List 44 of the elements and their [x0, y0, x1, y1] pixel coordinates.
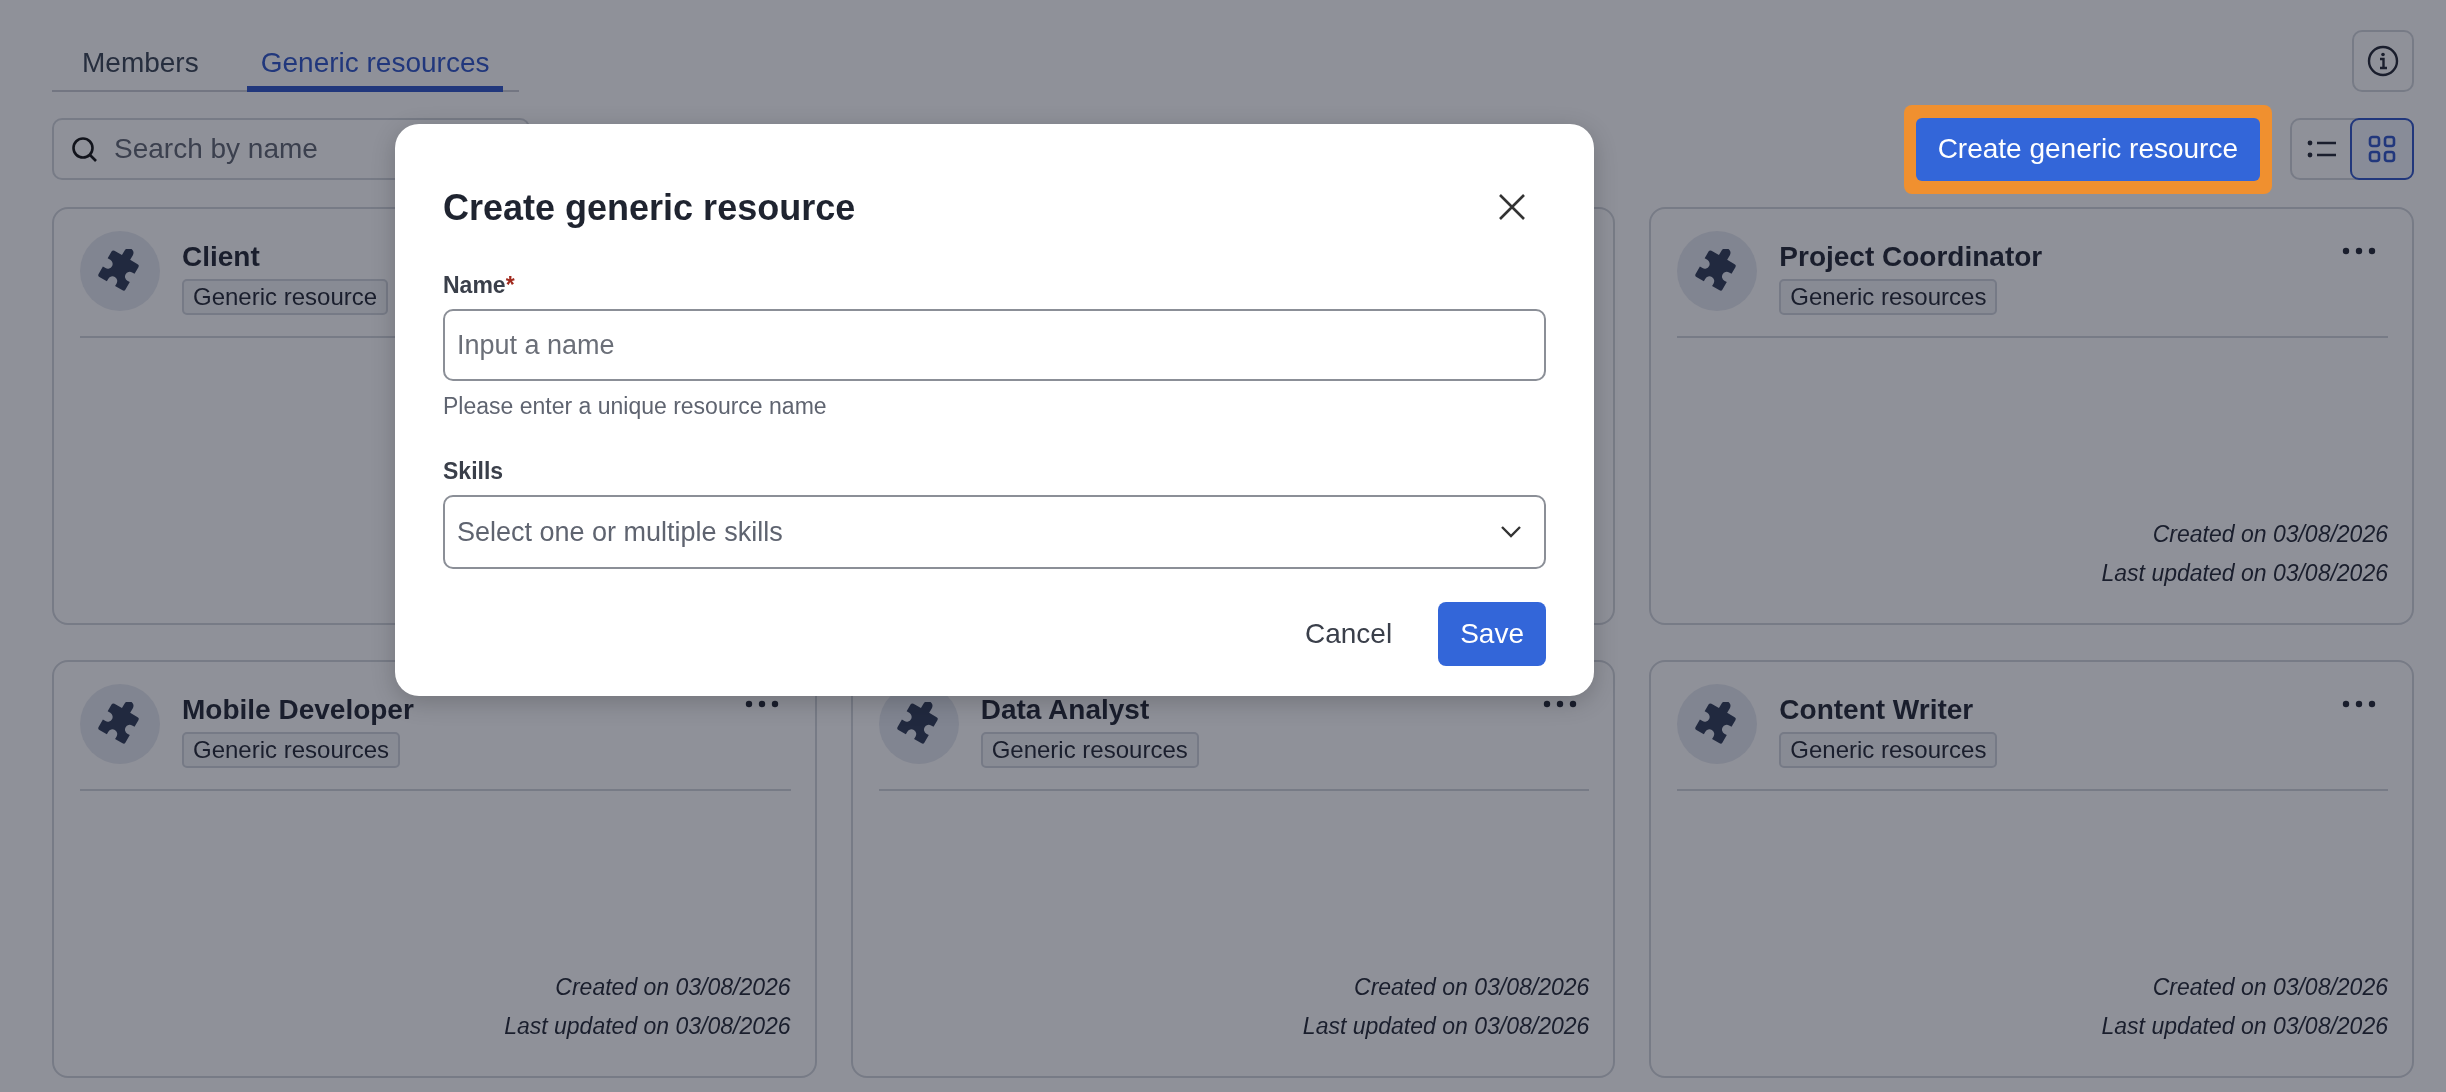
- field-label: Name*: [443, 272, 516, 299]
- tab[interactable]: Generic resources: [246, 30, 504, 92]
- chevron-down-icon: [1500, 525, 1522, 539]
- info-icon: [2366, 44, 2400, 78]
- created-date: Created on 03/08/2026: [2152, 974, 2388, 1001]
- more-icon: [2342, 700, 2376, 708]
- helper-text: Please enter a unique resource name: [443, 393, 828, 420]
- tag: Generic resource: [182, 279, 389, 315]
- tag: Generic resources: [182, 732, 401, 768]
- more-icon: [2342, 247, 2376, 255]
- updated-date: Last updated on 03/08/2026: [1302, 1013, 1590, 1040]
- card-title: Data Analyst: [980, 694, 1150, 726]
- card-title: Project Coordinator: [1779, 241, 2043, 273]
- search-icon: [70, 135, 98, 163]
- search-field[interactable]: Search by name: [52, 118, 530, 180]
- puzzle-icon: [98, 249, 142, 293]
- tab[interactable]: Members: [68, 30, 213, 92]
- card-title: Client: [182, 241, 260, 273]
- more-icon: [744, 700, 779, 708]
- tag: Generic resources: [1779, 279, 1998, 315]
- save-button[interactable]: Save: [1438, 602, 1546, 666]
- grid-view-button[interactable]: [2350, 118, 2414, 180]
- tag: Generic resources: [1779, 732, 1998, 768]
- updated-date: Last updated on 03/08/2026: [504, 1013, 791, 1040]
- created-date: Created on 03/08/2026: [555, 974, 791, 1001]
- card-title: Content Writer: [1779, 694, 1974, 726]
- info-button[interactable]: [2352, 30, 2414, 92]
- more-icon: [1543, 700, 1578, 708]
- cancel-button[interactable]: Cancel: [1283, 602, 1415, 666]
- created-date: Created on 03/08/2026: [2152, 521, 2388, 548]
- puzzle-icon: [98, 702, 142, 746]
- create-button[interactable]: Create generic resource: [1915, 117, 2260, 181]
- updated-date: Last updated on 03/08/2026: [2101, 560, 2388, 587]
- skills-select[interactable]: Select one or multiple skills: [443, 495, 1546, 569]
- name-input[interactable]: Input a name: [443, 309, 1546, 381]
- puzzle-icon: [896, 702, 941, 746]
- updated-date: Last updated on 03/08/2026: [2101, 1013, 2388, 1040]
- dialog-title: Create generic resource: [443, 187, 856, 229]
- grid-icon: [2368, 135, 2396, 163]
- created-date: Created on 03/08/2026: [1354, 974, 1590, 1001]
- close-icon: [1498, 192, 1526, 221]
- card-title: Mobile Developer: [182, 694, 414, 726]
- field-label: Skills: [443, 458, 505, 485]
- tag: Generic resources: [980, 732, 1199, 768]
